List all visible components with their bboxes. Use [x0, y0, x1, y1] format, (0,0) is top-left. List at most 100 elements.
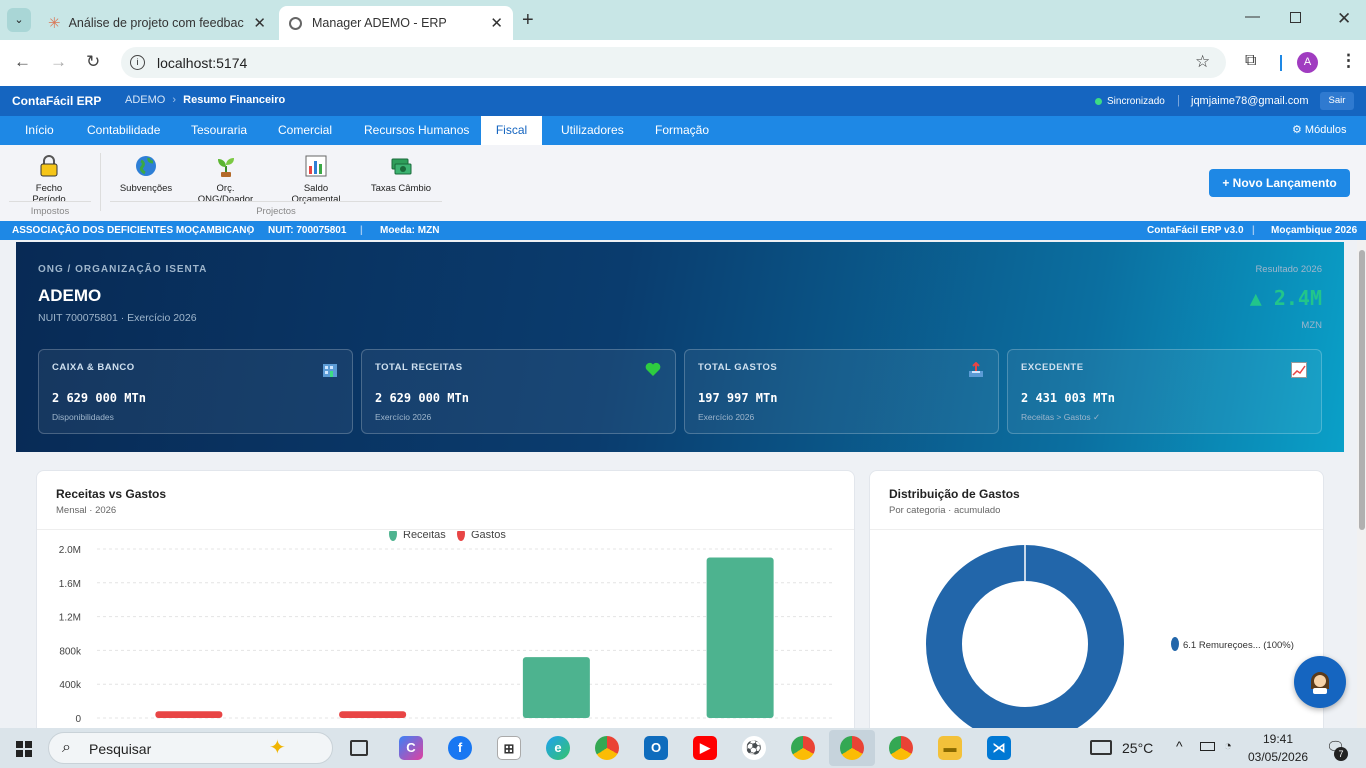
youtube-icon[interactable]: ▶ [693, 736, 717, 760]
hero-subtitle: NUIT 700075801 · Exercício 2026 [38, 312, 197, 324]
bookmark-star-icon[interactable]: ☆ [1195, 52, 1210, 72]
logout-button[interactable]: Sair [1320, 92, 1354, 110]
network-icon[interactable]: ◔ [1224, 738, 1232, 753]
divider: | [1252, 225, 1255, 236]
taskbar-search[interactable]: ⌕ Pesquisar ✦ [48, 732, 333, 764]
modules-button[interactable]: ⚙ Módulos [1282, 116, 1357, 145]
org-name: ASSOCIAÇÃO DOS DEFICIENTES MOÇAMBICANO [12, 225, 255, 236]
kpi-excedente[interactable]: EXCEDENTE 2 431 003 MTn Receitas > Gasto… [1007, 349, 1322, 434]
search-placeholder: Pesquisar [89, 741, 152, 757]
browser-address-bar: ← → ↻ i localhost:5174 ☆ ⧉ A ⋮ [0, 40, 1366, 86]
nav-contabilidade[interactable]: Contabilidade [77, 116, 170, 145]
nav-fiscal[interactable]: Fiscal [481, 116, 542, 146]
facebook-icon[interactable]: f [448, 736, 472, 760]
ribbon-label: Taxas Câmbio [370, 183, 432, 194]
nav-recursos-humanos[interactable]: Recursos Humanos [354, 116, 479, 145]
pie-chart-card: Distribuição de Gastos Por categoria · a… [869, 470, 1324, 728]
y-tick-label: 400k [59, 680, 82, 691]
tab-title: Análise de projeto com feedbac [68, 16, 244, 30]
site-info-icon[interactable]: i [130, 55, 145, 70]
chrome-profile-c-icon[interactable] [791, 736, 815, 760]
kpi-value: 2 629 000 MTn [52, 391, 146, 405]
outbox-tray-icon [968, 361, 984, 382]
card-subtitle: Mensal · 2026 [56, 505, 117, 516]
new-entry-button[interactable]: + Novo Lançamento [1209, 169, 1350, 197]
result-label: Resultado 2026 [1255, 264, 1322, 275]
kpi-title: TOTAL GASTOS [698, 362, 778, 373]
chrome-profile-icon[interactable] [595, 736, 619, 760]
notification-count: 7 [1334, 747, 1348, 761]
task-view-icon[interactable] [350, 740, 368, 756]
bar-receitas-2 [522, 657, 590, 718]
ribbon-divider [100, 153, 101, 211]
chrome-profile-a-icon[interactable] [840, 736, 864, 760]
outlook-icon[interactable]: O [644, 736, 668, 760]
y-tick-label: 1.6M [59, 579, 81, 590]
nav-comercial[interactable]: Comercial [268, 116, 342, 145]
nav-formacao[interactable]: Formação [645, 116, 719, 145]
browser-tab-2[interactable]: Manager ADEMO - ERP ✕ [279, 6, 513, 40]
store-icon[interactable]: ⊞ [497, 736, 521, 760]
file-explorer-icon[interactable]: ▬ [938, 736, 962, 760]
bar-chart-card: Receitas vs Gastos Mensal · 2026 Receita… [36, 470, 855, 728]
nav-tesouraria[interactable]: Tesouraria [181, 116, 257, 145]
new-tab-button[interactable]: + [522, 9, 534, 32]
vscode-icon[interactable]: ⋊ [987, 736, 1011, 760]
back-arrow-icon[interactable]: ← [14, 52, 31, 72]
clock-date[interactable]: 03/05/2026 [1248, 750, 1308, 764]
close-icon[interactable]: ✕ [490, 14, 503, 32]
weather-icon [1090, 740, 1112, 755]
breadcrumb-org[interactable]: ADEMO [125, 94, 165, 106]
bar-gastos-1 [339, 711, 407, 718]
kpi-title: EXCEDENTE [1021, 362, 1084, 373]
kpi-total-gastos[interactable]: TOTAL GASTOS 197 997 MTn Exercício 2026 [684, 349, 999, 434]
clock-time[interactable]: 19:41 [1263, 732, 1293, 746]
close-window-button[interactable]: ✕ [1337, 9, 1351, 29]
kpi-total-receitas[interactable]: TOTAL RECEITAS 2 629 000 MTn Exercício 2… [361, 349, 676, 434]
user-email: jqmjaime78@gmail.com [1191, 95, 1309, 107]
kpi-title: TOTAL RECEITAS [375, 362, 463, 373]
card-divider [870, 529, 1323, 530]
scrollbar-thumb[interactable] [1359, 250, 1365, 530]
restore-button[interactable] [1290, 12, 1301, 23]
browser-tab-1[interactable]: ✳ Análise de projeto com feedbac ✕ [36, 6, 276, 40]
ribbon-toolbar: Fecho Período Subvenções Orç. ONG/Doador… [0, 145, 1366, 221]
tray-chevron-icon[interactable]: ^ [1176, 738, 1183, 754]
browser-menu-icon[interactable]: ⋮ [1340, 51, 1357, 71]
nav-inicio[interactable]: Início [15, 116, 64, 145]
soccer-app-icon[interactable]: ⚽ [742, 736, 766, 760]
ribbon-subvencoes[interactable]: Subvenções [118, 155, 174, 194]
copilot-icon[interactable]: C [399, 736, 423, 760]
close-icon[interactable]: ✕ [253, 14, 266, 32]
battery-icon[interactable] [1200, 742, 1215, 751]
reload-icon[interactable]: ↻ [86, 52, 100, 72]
divider: | [1177, 95, 1180, 107]
brand-logo[interactable]: ContaFácil ERP [12, 94, 101, 108]
windows-start-icon[interactable] [16, 741, 32, 762]
nav-utilizadores[interactable]: Utilizadores [551, 116, 634, 145]
card-title: Distribuição de Gastos [889, 487, 1020, 501]
weather-temp[interactable]: 25°C [1122, 740, 1153, 756]
claude-asterisk-icon: ✳ [48, 15, 61, 32]
forward-arrow-icon[interactable]: → [50, 52, 67, 72]
tab-search-button[interactable]: ⌄ [7, 8, 31, 32]
app-header: ContaFácil ERP ADEMO › Resumo Financeiro… [0, 86, 1366, 116]
url-field[interactable]: i localhost:5174 [121, 47, 1226, 78]
ribbon-fecho-periodo[interactable]: Fecho Período [18, 155, 80, 205]
edge-icon[interactable]: e [546, 736, 570, 760]
hero-kicker: ONG / ORGANIZAÇÃO ISENTA [38, 264, 208, 275]
ribbon-saldo-orcamental[interactable]: Saldo Orçamental [278, 155, 354, 205]
profile-avatar[interactable]: A [1297, 52, 1318, 73]
breadcrumb-separator: › [172, 94, 177, 106]
org-info-bar: ASSOCIAÇÃO DOS DEFICIENTES MOÇAMBICANO |… [0, 221, 1366, 240]
extensions-puzzle-icon[interactable]: ⧉ [1245, 52, 1256, 70]
ribbon-taxas-cambio[interactable]: Taxas Câmbio [369, 155, 433, 194]
assistant-fab[interactable] [1294, 656, 1346, 708]
chrome-profile-j-icon[interactable] [889, 736, 913, 760]
breadcrumb: ADEMO › Resumo Financeiro [125, 94, 285, 106]
y-tick-label: 1.2M [59, 613, 81, 624]
pie-legend-marker [1171, 637, 1179, 651]
ribbon-orc-ong-doador[interactable]: Orç. ONG/Doador [188, 155, 263, 205]
minimize-button[interactable]: — [1245, 8, 1260, 25]
kpi-caixa-banco[interactable]: CAIXA & BANCO 2 629 000 MTn Disponibilid… [38, 349, 353, 434]
